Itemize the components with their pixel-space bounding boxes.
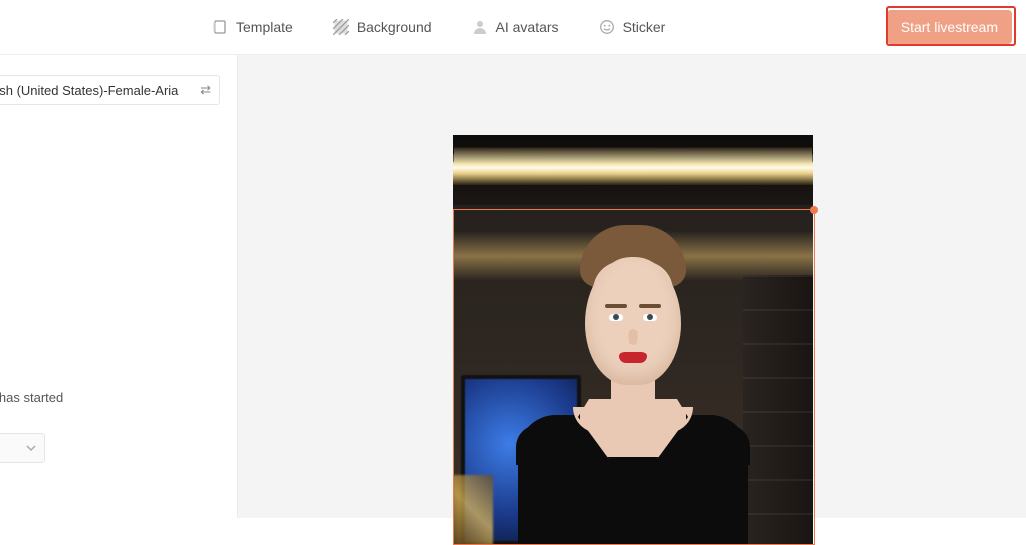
- tab-template-label: Template: [236, 19, 293, 35]
- preview-stage[interactable]: [453, 135, 813, 545]
- toolbar-tabs: Template Background AI avatars Sticker: [212, 19, 665, 35]
- tab-background-label: Background: [357, 19, 432, 35]
- template-icon: [212, 19, 228, 35]
- tab-avatars[interactable]: AI avatars: [472, 19, 559, 35]
- tab-sticker[interactable]: Sticker: [599, 19, 666, 35]
- sticker-icon: [599, 19, 615, 35]
- canvas-area[interactable]: [238, 55, 1026, 518]
- type-selector[interactable]: ital: [0, 433, 45, 463]
- voice-selector[interactable]: nglish (United States)-Female-Aria ⇄: [0, 75, 220, 105]
- avatar-figure[interactable]: [508, 245, 758, 545]
- tab-template[interactable]: Template: [212, 19, 293, 35]
- start-livestream-button[interactable]: Start livestream: [887, 10, 1012, 44]
- scene-background: [453, 135, 813, 545]
- tab-sticker-label: Sticker: [623, 19, 666, 35]
- stream-status-text: eam has started: [0, 390, 63, 405]
- chevron-down-icon: [26, 441, 36, 456]
- swap-icon: ⇄: [200, 82, 211, 98]
- tab-avatars-label: AI avatars: [496, 19, 559, 35]
- avatar-icon: [472, 19, 488, 35]
- tab-background[interactable]: Background: [333, 19, 432, 35]
- main-body: nglish (United States)-Female-Aria ⇄ eam…: [0, 55, 1026, 518]
- top-toolbar: Template Background AI avatars Sticker S…: [0, 0, 1026, 55]
- voice-selector-label: nglish (United States)-Female-Aria: [0, 83, 178, 98]
- left-sidebar: nglish (United States)-Female-Aria ⇄ eam…: [0, 55, 238, 518]
- background-icon: [333, 19, 349, 35]
